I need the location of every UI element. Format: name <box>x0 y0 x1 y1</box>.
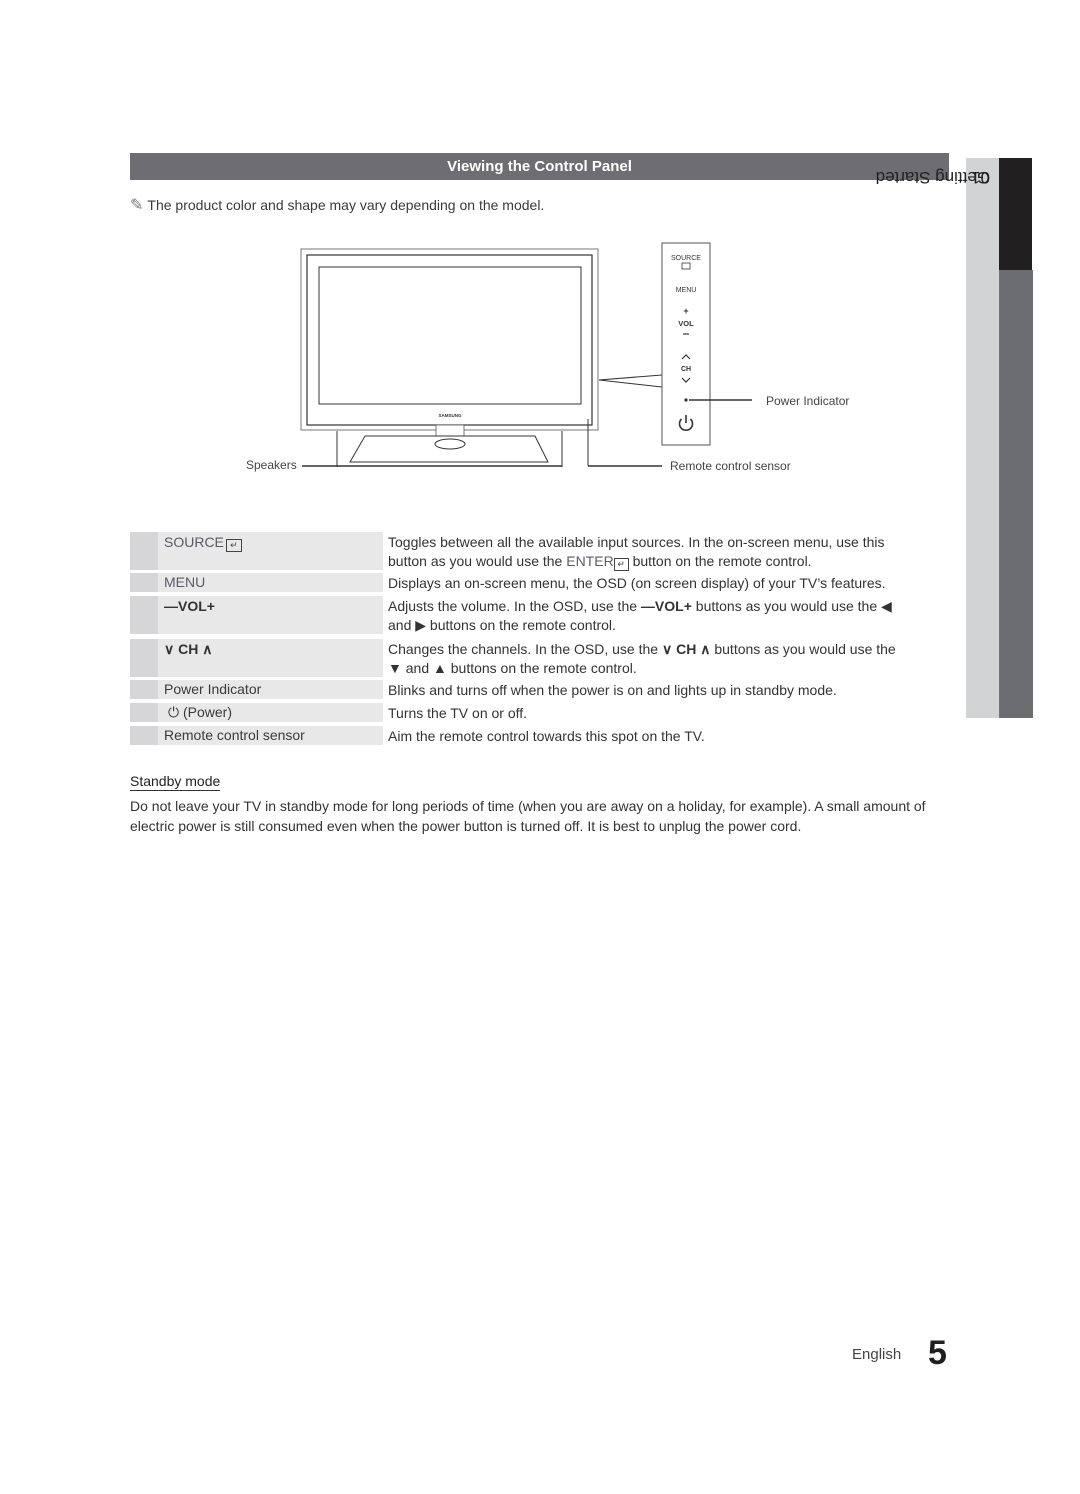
key-vol: —VOL+ <box>164 598 215 614</box>
key-power: ⏻ (Power) <box>168 704 232 720</box>
pencil-note-icon: ✎ <box>130 197 144 214</box>
desc-power-indicator: Blinks and turns off when the power is o… <box>388 682 837 698</box>
standby-heading: Standby mode <box>130 773 221 791</box>
desc-menu: Displays an on-screen menu, the OSD (on … <box>388 575 886 591</box>
chapter-title: Getting Started <box>875 168 990 187</box>
remote-sensor-label: Remote control sensor <box>670 459 791 473</box>
panel-menu-label: MENU <box>676 287 697 294</box>
tv-screen <box>318 266 582 405</box>
speakers-label: Speakers <box>246 458 297 472</box>
chapter-tab-label: 01 Getting Started <box>876 163 999 363</box>
key-remote-sensor: Remote control sensor <box>164 727 305 743</box>
chapter-tab-marker <box>999 158 1032 270</box>
table-row: SOURCE ↵ Toggles between all the availabl… <box>130 532 950 571</box>
section-title-bar: Viewing the Control Panel <box>130 153 949 180</box>
ch-down-icon: ∨ <box>164 641 175 657</box>
power-indicator-label: Power Indicator <box>766 394 850 408</box>
desc-remote-sensor: Aim the remote control towards this spot… <box>388 728 705 744</box>
footer-language: English <box>852 1346 902 1363</box>
panel-source-label: SOURCE <box>671 255 701 262</box>
panel-vol-label: VOL <box>678 319 694 328</box>
control-panel-diagram: SAMSUNG SOURCE MENU + VOL CH <box>300 242 752 467</box>
desc-ch: Changes the channels. In the OSD, use th… <box>388 641 896 676</box>
desc-source: Toggles between all the available input … <box>388 534 885 571</box>
table-row: ⏻ (Power) Turns the TV on or off. <box>130 703 950 722</box>
table-row: —VOL+ Adjusts the volume. In the OSD, us… <box>130 596 950 634</box>
table-row: MENU Displays an on-screen menu, the OSD… <box>130 573 950 592</box>
section-title: Viewing the Control Panel <box>447 158 632 175</box>
table-row: Remote control sensor Aim the remote con… <box>130 726 950 745</box>
side-control-panel <box>661 242 711 446</box>
enter-icon: ↵ <box>613 558 629 571</box>
ch-up-icon: ∧ <box>202 641 213 657</box>
standby-body: Do not leave your TV in standby mode for… <box>130 798 926 834</box>
vol-plus-icon: + <box>206 598 215 614</box>
enter-icon: ↵ <box>225 539 242 552</box>
key-power-indicator: Power Indicator <box>164 681 262 697</box>
key-ch: ∨ CH ∧ <box>164 641 213 657</box>
power-indicator-led <box>684 398 688 402</box>
table-row: Power Indicator Blinks and turns off whe… <box>130 680 950 699</box>
key-source: SOURCE ↵ <box>164 534 242 552</box>
desc-vol: Adjusts the volume. In the OSD, use the … <box>388 598 892 633</box>
page-number: 5 <box>928 1334 947 1372</box>
panel-vol-plus: + <box>683 306 688 316</box>
model-note: ✎ The product color and shape may vary de… <box>130 197 545 214</box>
tv-stand-neck <box>435 424 465 438</box>
power-icon: ⏻ <box>168 704 180 720</box>
vol-minus-icon: — <box>164 598 178 614</box>
chapter-tab-strip <box>999 270 1033 718</box>
brand-logo: SAMSUNG <box>438 413 462 418</box>
key-menu: MENU <box>164 574 206 590</box>
table-row: ∨ CH ∧ Changes the channels. In the OSD,… <box>130 639 950 677</box>
desc-power: Turns the TV on or off. <box>388 705 528 721</box>
panel-ch-label: CH <box>681 366 691 373</box>
